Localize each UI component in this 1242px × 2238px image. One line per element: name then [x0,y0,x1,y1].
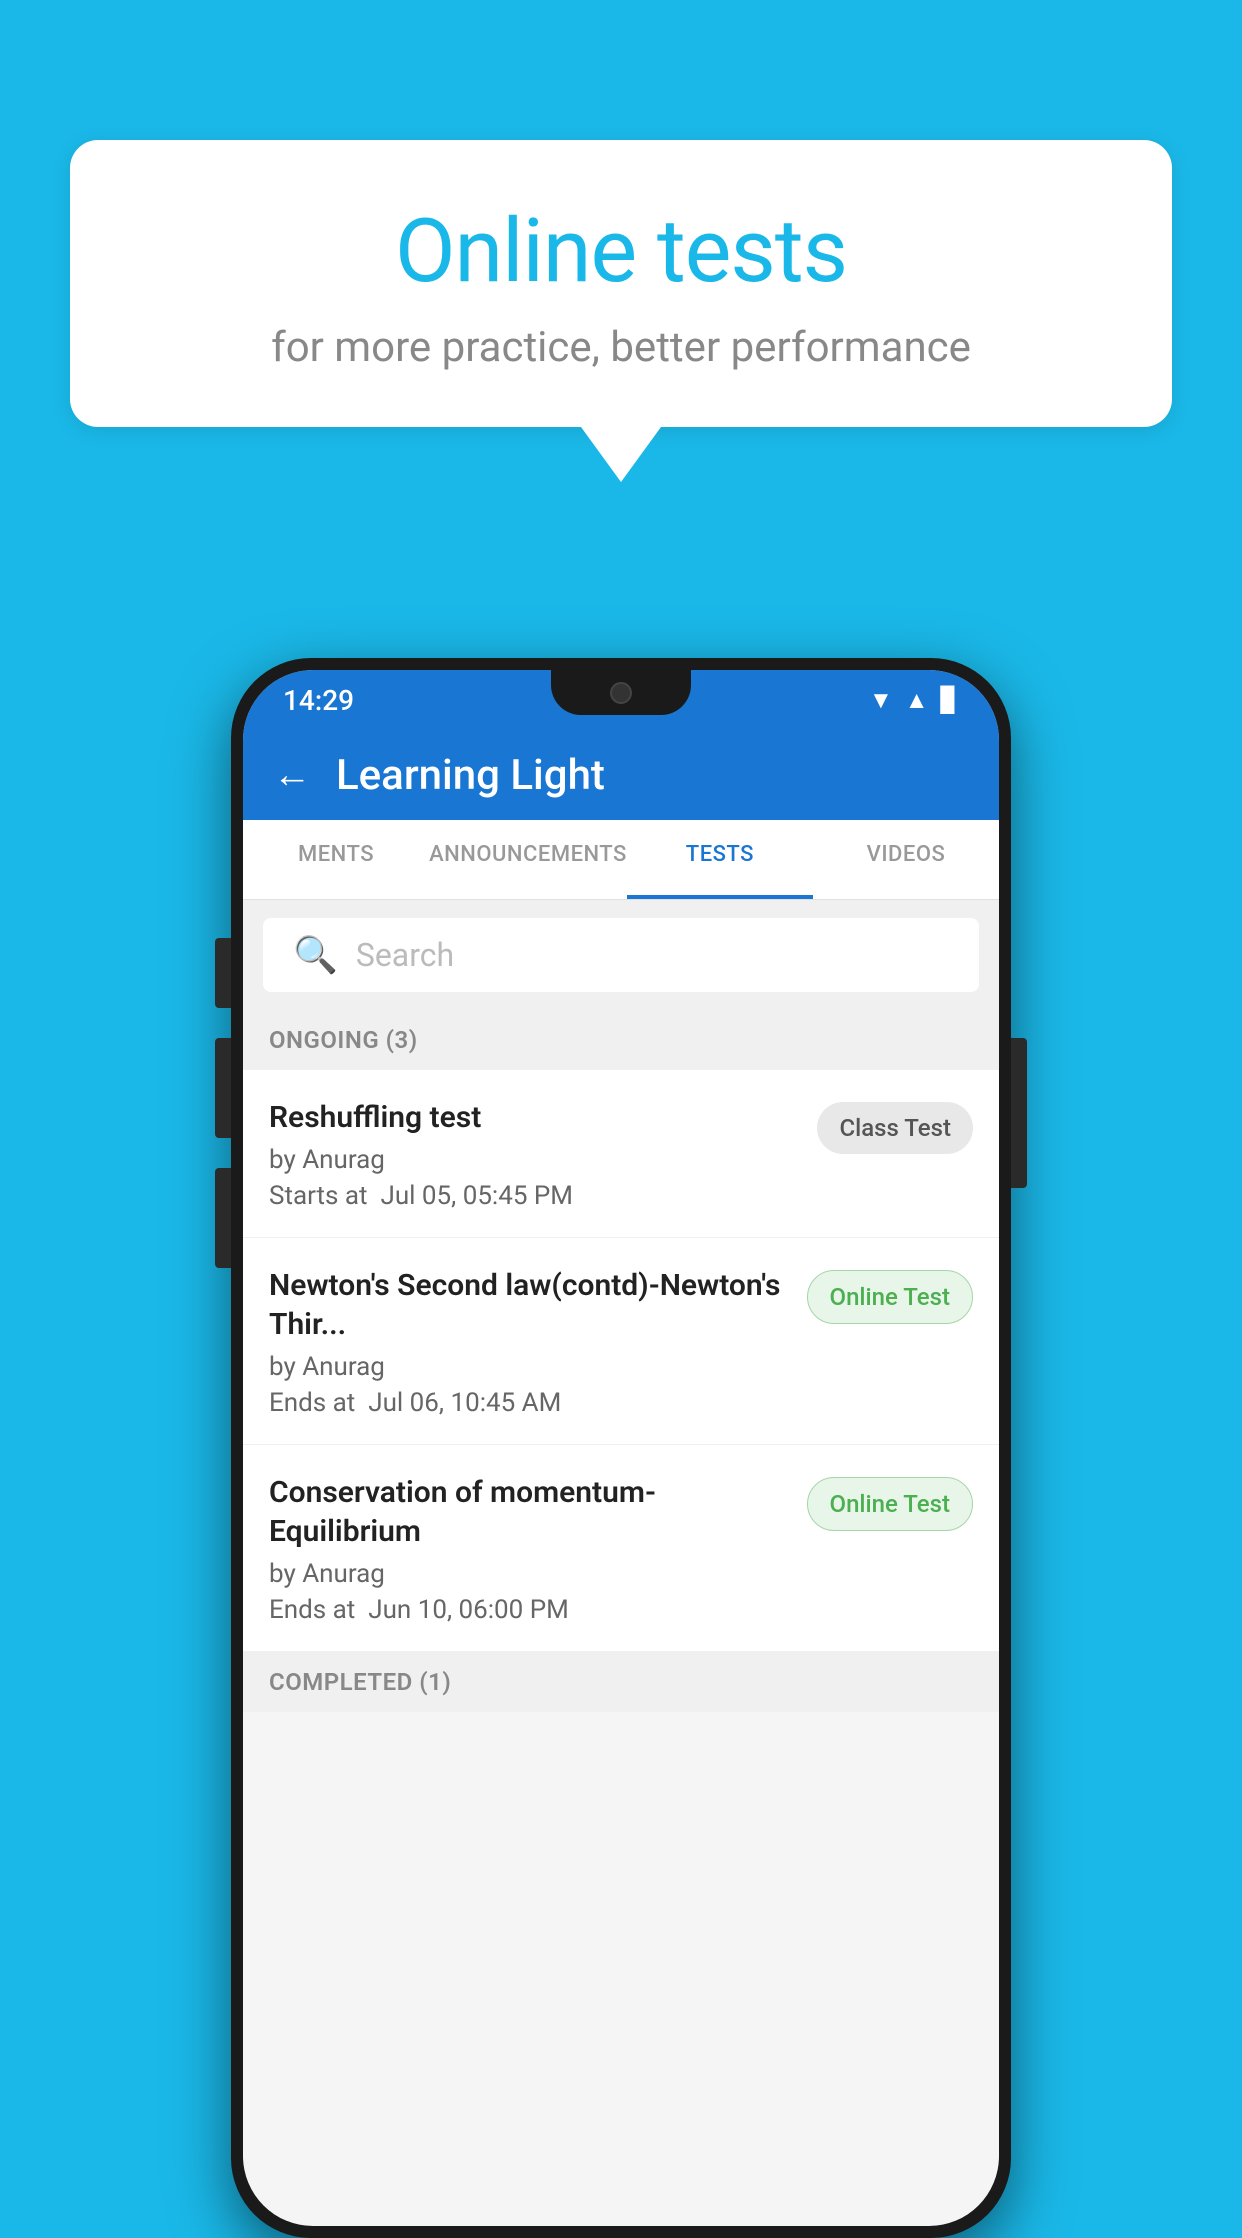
ongoing-section-header: ONGOING (3) [243,1010,999,1070]
camera [610,682,632,704]
search-container: 🔍 Search [243,900,999,1010]
speech-bubble-title: Online tests [150,200,1092,303]
test-author-3: by Anurag [269,1559,791,1589]
search-placeholder-text: Search [356,936,454,974]
tab-ments[interactable]: MENTS [243,820,429,899]
test-author-1: by Anurag [269,1145,801,1175]
back-button[interactable]: ← [273,753,311,797]
wifi-icon: ▼ [869,686,893,715]
speech-bubble-arrow [581,427,661,482]
tab-announcements[interactable]: ANNOUNCEMENTS [429,820,627,899]
volume-up-button[interactable] [215,938,231,1008]
tab-tests[interactable]: TESTS [627,820,813,899]
status-bar: 14:29 ▼ ▲ ▊ [243,670,999,730]
speech-bubble-container: Online tests for more practice, better p… [70,140,1172,482]
speech-bubble: Online tests for more practice, better p… [70,140,1172,427]
test-info-1: Reshuffling test by Anurag Starts at Jul… [269,1098,801,1211]
test-info-3: Conservation of momentum-Equilibrium by … [269,1473,791,1625]
test-author-2: by Anurag [269,1352,791,1382]
volume-down-button-2[interactable] [215,1168,231,1268]
phone-screen: 14:29 ▼ ▲ ▊ ← Learning Light MENTS ANNOU… [243,670,999,2226]
test-item[interactable]: Reshuffling test by Anurag Starts at Jul… [243,1070,999,1238]
test-name-1: Reshuffling test [269,1098,801,1137]
tab-videos[interactable]: VIDEOS [813,820,999,899]
search-input[interactable]: 🔍 Search [263,918,979,992]
test-date-3: Ends at Jun 10, 06:00 PM [269,1595,791,1625]
search-icon: 🔍 [293,934,338,976]
power-button[interactable] [1011,1038,1027,1188]
notch [551,670,691,715]
status-icons: ▼ ▲ ▊ [869,686,959,715]
test-date-1: Starts at Jul 05, 05:45 PM [269,1181,801,1211]
app-bar: ← Learning Light [243,730,999,820]
test-info-2: Newton's Second law(contd)-Newton's Thir… [269,1266,791,1418]
tabs-container: MENTS ANNOUNCEMENTS TESTS VIDEOS [243,820,999,900]
phone-frame: 14:29 ▼ ▲ ▊ ← Learning Light MENTS ANNOU… [231,658,1011,2238]
test-item-2[interactable]: Newton's Second law(contd)-Newton's Thir… [243,1238,999,1445]
signal-icon: ▲ [905,686,929,715]
test-badge-1: Class Test [817,1102,973,1154]
test-item-3[interactable]: Conservation of momentum-Equilibrium by … [243,1445,999,1652]
app-title: Learning Light [336,751,605,800]
completed-section-header: COMPLETED (1) [243,1652,999,1712]
test-name-3: Conservation of momentum-Equilibrium [269,1473,791,1551]
volume-down-button[interactable] [215,1038,231,1138]
test-date-2: Ends at Jul 06, 10:45 AM [269,1388,791,1418]
test-badge-3: Online Test [807,1477,973,1531]
test-list: Reshuffling test by Anurag Starts at Jul… [243,1070,999,1652]
battery-icon: ▊ [941,686,959,714]
test-name-2: Newton's Second law(contd)-Newton's Thir… [269,1266,791,1344]
speech-bubble-subtitle: for more practice, better performance [150,323,1092,372]
test-badge-2: Online Test [807,1270,973,1324]
status-time: 14:29 [283,684,354,717]
